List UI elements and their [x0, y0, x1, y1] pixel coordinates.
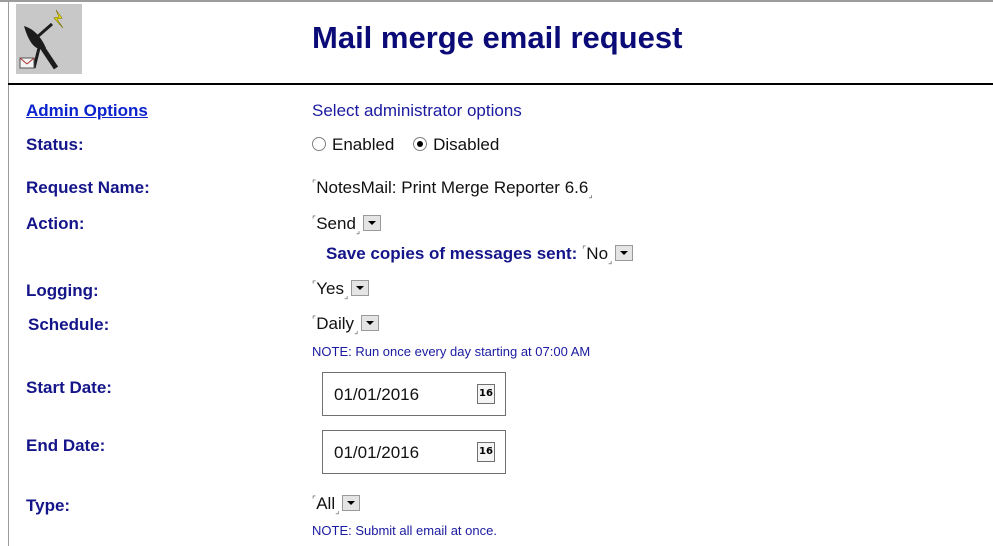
- calendar-icon[interactable]: 16: [477, 442, 495, 462]
- save-copies-dropdown-button[interactable]: [615, 245, 634, 261]
- field-end-marker: ⌟: [335, 505, 340, 516]
- field-end-marker: ⌟: [588, 189, 593, 200]
- action-dropdown-button[interactable]: [363, 215, 382, 231]
- schedule-label: Schedule:: [28, 315, 110, 334]
- type-value: All: [316, 494, 336, 513]
- logging-value: Yes: [316, 279, 344, 298]
- schedule-note: NOTE: Run once every day starting at 07:…: [312, 344, 591, 359]
- save-copies-label: Save copies of messages sent:: [326, 244, 578, 263]
- schedule-dropdown-button[interactable]: [361, 315, 380, 331]
- field-end-marker: ⌟: [354, 325, 359, 336]
- satellite-dish-icon: [16, 4, 82, 74]
- admin-options-description: Select administrator options: [312, 101, 522, 120]
- request-name-field[interactable]: ⌜NotesMail: Print Merge Reporter 6.6⌟: [312, 178, 593, 200]
- request-name-value: NotesMail: Print Merge Reporter 6.6: [316, 178, 589, 197]
- admin-options-link[interactable]: Admin Options: [26, 101, 148, 121]
- end-date-input[interactable]: 01/01/2016 16: [322, 430, 506, 474]
- action-value: Send: [316, 214, 356, 233]
- logging-label: Logging:: [26, 281, 99, 300]
- action-field[interactable]: ⌜Send⌟: [312, 214, 382, 236]
- start-date-value: 01/01/2016: [334, 385, 420, 404]
- action-label: Action:: [26, 214, 85, 233]
- logging-field[interactable]: ⌜Yes⌟: [312, 279, 370, 301]
- page-title: Mail merge email request: [312, 20, 683, 55]
- status-label: Status:: [26, 135, 84, 154]
- type-label: Type:: [26, 496, 71, 515]
- end-date-label: End Date:: [26, 436, 106, 455]
- type-field[interactable]: ⌜All⌟: [312, 494, 361, 516]
- request-name-label: Request Name:: [26, 178, 150, 197]
- save-copies-value[interactable]: No: [586, 244, 608, 263]
- status-disabled-radio[interactable]: [413, 137, 428, 151]
- type-note: NOTE: Submit all email at once.: [312, 523, 497, 538]
- type-dropdown-button[interactable]: [342, 495, 361, 511]
- field-end-marker: ⌟: [608, 255, 613, 266]
- left-border: [8, 0, 9, 546]
- start-date-input[interactable]: 01/01/2016 16: [322, 372, 506, 416]
- logging-dropdown-button[interactable]: [351, 280, 370, 296]
- status-enabled-label: Enabled: [332, 135, 395, 154]
- save-copies-row: Save copies of messages sent: ⌜No⌟: [326, 244, 634, 266]
- status-radio-group: Enabled Disabled: [312, 135, 499, 155]
- calendar-icon[interactable]: 16: [477, 384, 495, 404]
- status-disabled-label: Disabled: [433, 135, 500, 154]
- schedule-field[interactable]: ⌜Daily⌟: [312, 314, 380, 336]
- status-enabled-radio[interactable]: [312, 137, 326, 151]
- field-end-marker: ⌟: [355, 225, 361, 236]
- start-date-label: Start Date:: [26, 378, 112, 397]
- end-date-value: 01/01/2016: [334, 443, 420, 462]
- field-end-marker: ⌟: [343, 290, 349, 301]
- header-divider: [8, 83, 993, 85]
- schedule-value: Daily: [316, 314, 355, 333]
